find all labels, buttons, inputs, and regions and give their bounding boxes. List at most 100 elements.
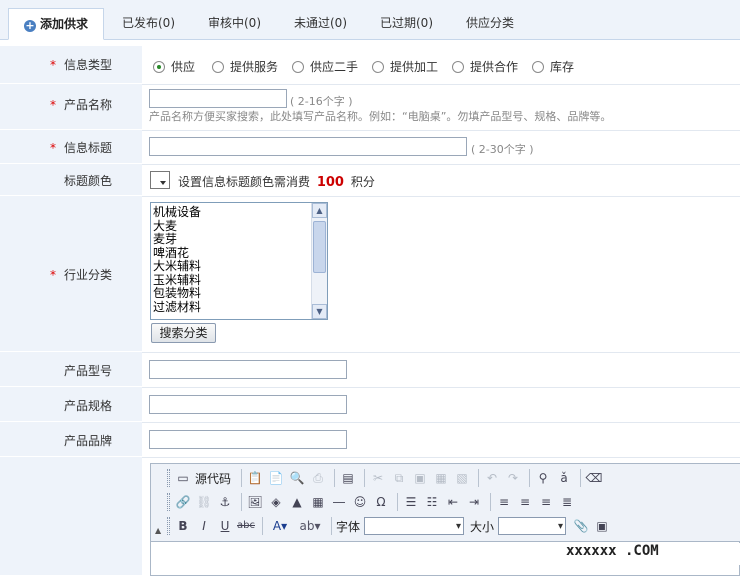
list-item[interactable]: 大米辅料	[153, 259, 201, 274]
font-label: 字体	[336, 519, 361, 534]
radio-supply[interactable]: 供应	[153, 58, 195, 75]
spec-label: 产品规格	[63, 399, 112, 413]
media-icon[interactable]: ▲	[288, 493, 306, 511]
preview-icon[interactable]: 🔍	[288, 469, 306, 487]
spec-input[interactable]	[149, 395, 347, 414]
radio-cooperation[interactable]: 提供合作	[452, 58, 518, 75]
list-item[interactable]: 大麦	[153, 219, 201, 234]
industry-list: 机械设备 大麦 麦芽 啤酒花 大米辅料 玉米辅料 包装物料 过滤材料	[153, 205, 201, 315]
label-cell-model: 产品型号	[0, 352, 142, 387]
row-divider	[142, 84, 740, 85]
underline-icon[interactable]: U	[216, 517, 234, 535]
list-item[interactable]: 玉米辅料	[153, 273, 201, 288]
link-icon[interactable]: 🔗	[174, 493, 192, 511]
listbox-scrollbar[interactable]: ▲ ▼	[311, 203, 327, 319]
radio-inventory[interactable]: 库存	[532, 58, 574, 75]
table-icon[interactable]: ▦	[309, 493, 327, 511]
scroll-thumb[interactable]	[313, 221, 326, 273]
toolbar-separator	[241, 493, 242, 511]
radio-second-hand[interactable]: 供应二手	[292, 58, 358, 75]
font-size-select[interactable]	[498, 517, 567, 535]
list-item[interactable]: 啤酒花	[153, 246, 201, 261]
list-item[interactable]: 包装物料	[153, 286, 201, 301]
radio-unchecked-icon	[532, 61, 544, 73]
toolbar-grip	[167, 469, 170, 487]
brand-input[interactable]	[149, 430, 347, 449]
paste-word-icon[interactable]: ▦	[432, 469, 450, 487]
title-color-label: 标题颜色	[63, 174, 112, 188]
list-item[interactable]: 机械设备	[153, 205, 201, 220]
eraser-icon[interactable]: ⌫	[585, 469, 603, 487]
paste-text-icon[interactable]: 📄	[267, 469, 285, 487]
toolbar-separator	[529, 469, 531, 487]
outdent-icon[interactable]: ⇤	[444, 493, 462, 511]
align-center-icon[interactable]: ≡	[516, 493, 534, 511]
smiley-icon[interactable]: ☺	[351, 493, 369, 511]
paste-plain-icon[interactable]: ▣	[411, 469, 429, 487]
align-justify-icon[interactable]: ≣	[558, 493, 576, 511]
model-input[interactable]	[149, 360, 347, 379]
product-name-input[interactable]	[149, 89, 287, 108]
toolbar-separator	[262, 517, 263, 535]
indent-icon[interactable]: ⇥	[465, 493, 483, 511]
toolbar-grip	[167, 517, 170, 535]
bullet-list-icon[interactable]: ☷	[423, 493, 441, 511]
title-color-picker[interactable]	[150, 171, 170, 189]
strikethrough-icon[interactable]: abc	[237, 517, 255, 535]
redo-icon[interactable]: ↷	[504, 469, 522, 487]
tab-rejected[interactable]: 未通过(0)	[294, 8, 347, 40]
horizontal-rule-icon[interactable]: ―	[330, 493, 348, 511]
collapse-toolbar-icon[interactable]: ▲	[155, 526, 161, 535]
copy-icon[interactable]: ⧉	[390, 469, 408, 487]
scroll-up-icon[interactable]: ▲	[312, 203, 327, 218]
paste-icon[interactable]: 📋	[246, 469, 264, 487]
undo-icon[interactable]: ↶	[483, 469, 501, 487]
find-icon[interactable]: ⚲	[534, 469, 552, 487]
radio-service[interactable]: 提供服务	[212, 58, 278, 75]
text-color-icon[interactable]: A▾	[267, 517, 293, 535]
source-icon[interactable]: ▭	[174, 469, 192, 487]
industry-listbox[interactable]: 机械设备 大麦 麦芽 啤酒花 大米辅料 玉米辅料 包装物料 过滤材料 ▲ ▼	[150, 202, 328, 320]
row-divider	[142, 352, 740, 353]
industry-label: * 行业分类	[49, 268, 112, 282]
list-item[interactable]: 过滤材料	[153, 300, 201, 315]
template-icon[interactable]: ▤	[339, 469, 357, 487]
tab-reviewing[interactable]: 审核中(0)	[208, 8, 261, 40]
flash-icon[interactable]: ◈	[267, 493, 285, 511]
ordered-list-icon[interactable]: ☰	[402, 493, 420, 511]
align-left-icon[interactable]: ≡	[495, 493, 513, 511]
tab-add-supply[interactable]: + 添加供求	[8, 8, 104, 40]
toolbar-separator	[364, 469, 366, 487]
paste-special-icon[interactable]: ▧	[453, 469, 471, 487]
print-icon[interactable]: ⎙	[309, 469, 327, 487]
tab-published[interactable]: 已发布(0)	[122, 8, 175, 40]
source-code-button[interactable]: 源代码	[195, 470, 231, 487]
font-family-select[interactable]	[364, 517, 465, 535]
attach-icon[interactable]: 📎	[572, 517, 590, 535]
toolbar-separator	[478, 469, 480, 487]
title-input[interactable]	[149, 137, 467, 156]
radio-processing[interactable]: 提供加工	[372, 58, 438, 75]
tab-expired[interactable]: 已过期(0)	[380, 8, 433, 40]
bold-icon[interactable]: B	[174, 517, 192, 535]
highlight-color-icon[interactable]: ab▾	[296, 517, 324, 535]
tab-supply-category[interactable]: 供应分类	[466, 8, 514, 40]
cut-icon[interactable]: ✂	[369, 469, 387, 487]
align-right-icon[interactable]: ≡	[537, 493, 555, 511]
row-divider	[142, 130, 740, 131]
image-icon[interactable]: 🖼	[246, 493, 264, 511]
search-category-button[interactable]: 搜索分类	[151, 323, 216, 343]
title-color-cost: 100	[316, 175, 344, 190]
anchor-icon[interactable]: ⚓	[216, 493, 234, 511]
special-char-icon[interactable]: Ω	[372, 493, 390, 511]
toolbar-separator	[580, 469, 582, 487]
italic-icon[interactable]: I	[195, 517, 213, 535]
maximize-icon[interactable]: ▣	[593, 517, 611, 535]
list-item[interactable]: 麦芽	[153, 232, 201, 247]
scroll-down-icon[interactable]: ▼	[312, 304, 327, 319]
unlink-icon[interactable]: ⛓	[195, 493, 213, 511]
row-divider	[142, 422, 740, 423]
spellcheck-icon[interactable]: ǎ	[555, 469, 573, 487]
toolbar-grip	[167, 493, 170, 511]
radio-unchecked-icon	[212, 61, 224, 73]
